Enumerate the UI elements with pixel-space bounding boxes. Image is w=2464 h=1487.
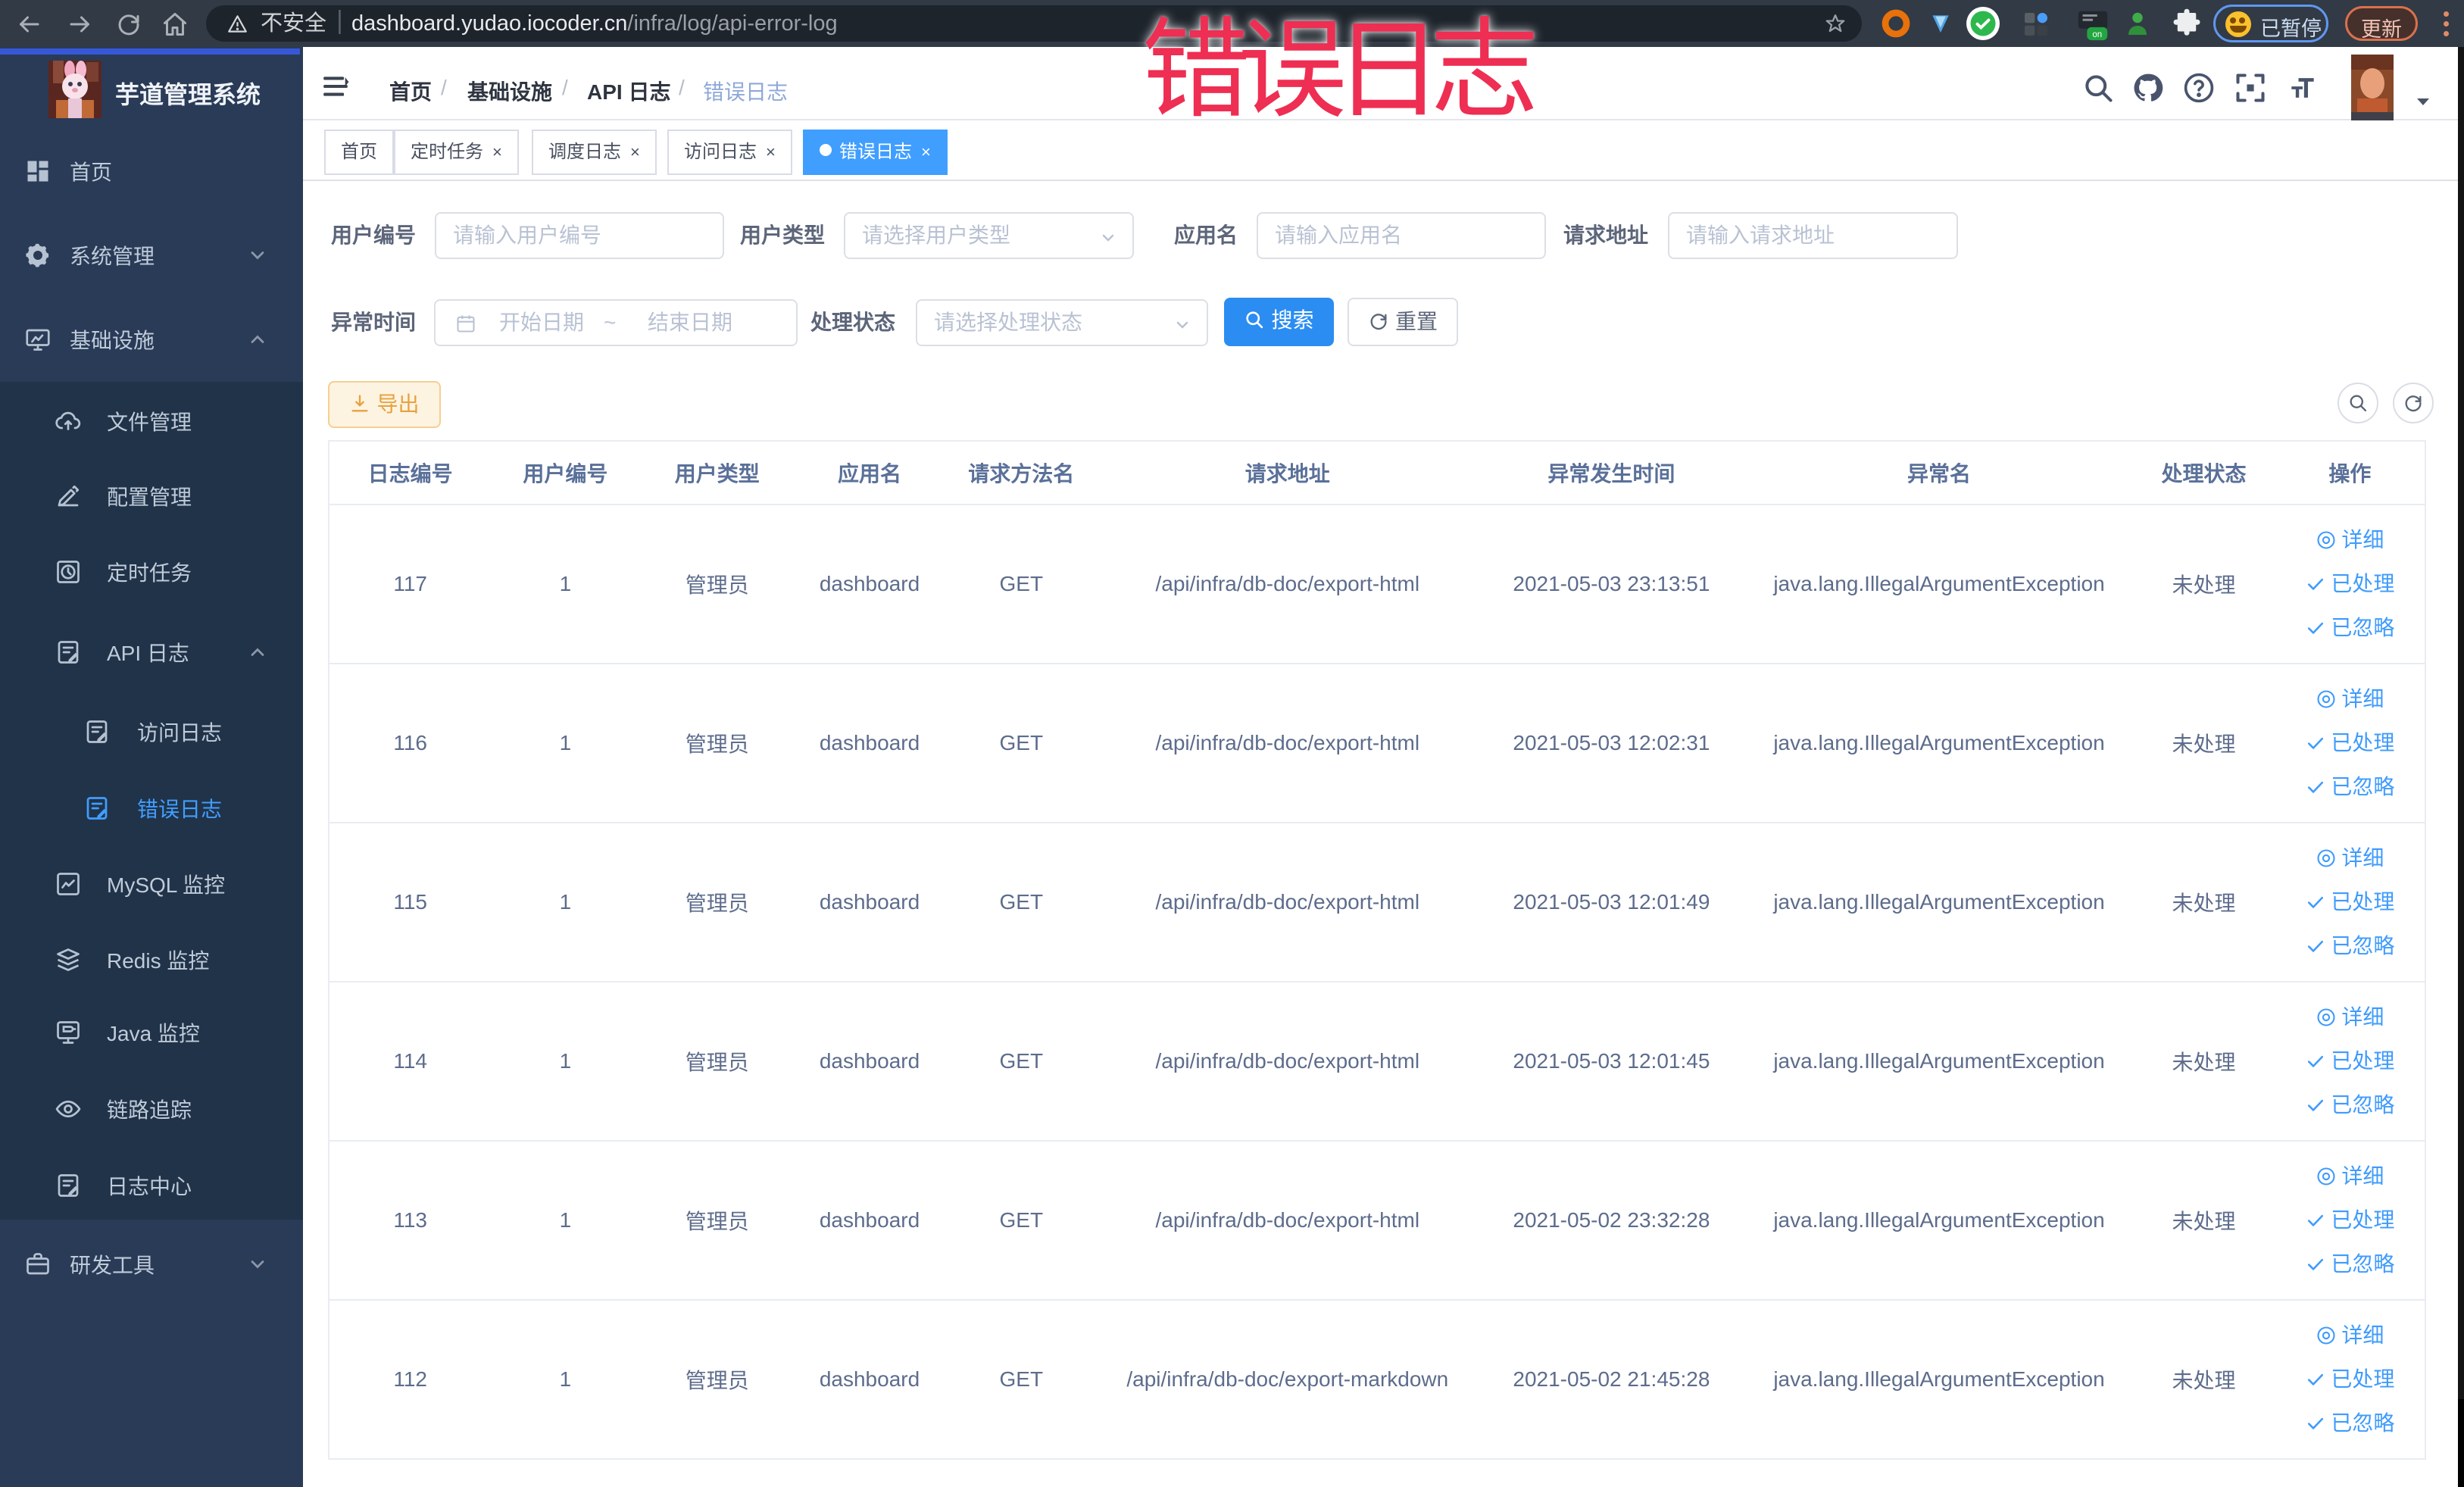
- svg-text:on: on: [2092, 30, 2102, 39]
